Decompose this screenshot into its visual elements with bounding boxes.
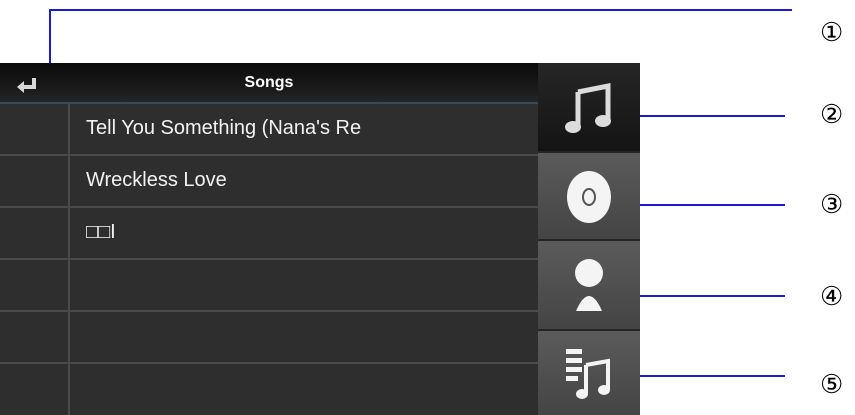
callout-line-1-horizontal	[49, 9, 792, 11]
tab-playlists[interactable]	[538, 331, 640, 415]
callout-marker-3: ③	[820, 190, 844, 220]
row-index-cell	[0, 312, 70, 362]
page-title: Songs	[244, 74, 294, 91]
callout-line-4	[628, 295, 785, 297]
song-row[interactable]: □□I	[0, 208, 538, 260]
tab-songs[interactable]	[538, 63, 640, 153]
song-list[interactable]: Tell You Something (Nana's Re Wreckless …	[0, 104, 538, 415]
callout-line-3	[628, 204, 785, 206]
callout-marker-5: ⑤	[820, 370, 844, 400]
playlist-icon	[566, 349, 610, 399]
song-row[interactable]: Tell You Something (Nana's Re	[0, 104, 538, 156]
song-row[interactable]	[0, 312, 538, 364]
song-title: Tell You Something (Nana's Re	[86, 117, 362, 139]
song-title	[86, 364, 526, 415]
row-index-cell	[0, 260, 70, 310]
row-index-cell	[0, 364, 70, 415]
callout-marker-1: ①	[820, 18, 844, 48]
callout-marker-4: ④	[820, 282, 844, 312]
song-row[interactable]	[0, 364, 538, 415]
tab-albums[interactable]	[538, 153, 640, 241]
person-icon	[575, 259, 603, 311]
song-title: Wreckless Love	[86, 169, 227, 191]
title-bar: Songs	[0, 63, 538, 104]
song-row[interactable]: Wreckless Love	[0, 156, 538, 208]
callout-line-2	[628, 115, 785, 117]
music-note-icon	[565, 82, 611, 133]
category-sidebar	[538, 63, 640, 415]
callout-marker-2: ②	[820, 100, 844, 130]
callout-line-5	[628, 375, 785, 377]
row-index-cell	[0, 104, 70, 154]
row-index-cell	[0, 208, 70, 258]
disc-icon	[567, 171, 611, 223]
song-title: □□I	[86, 221, 116, 243]
device-screen: Songs Tell You Something (Nana's Re Wrec…	[0, 63, 640, 415]
callout-line-1-vertical	[49, 9, 51, 71]
song-row[interactable]	[0, 260, 538, 312]
song-title	[86, 260, 526, 310]
song-title	[86, 312, 526, 362]
tab-artists[interactable]	[538, 241, 640, 331]
row-index-cell	[0, 156, 70, 206]
